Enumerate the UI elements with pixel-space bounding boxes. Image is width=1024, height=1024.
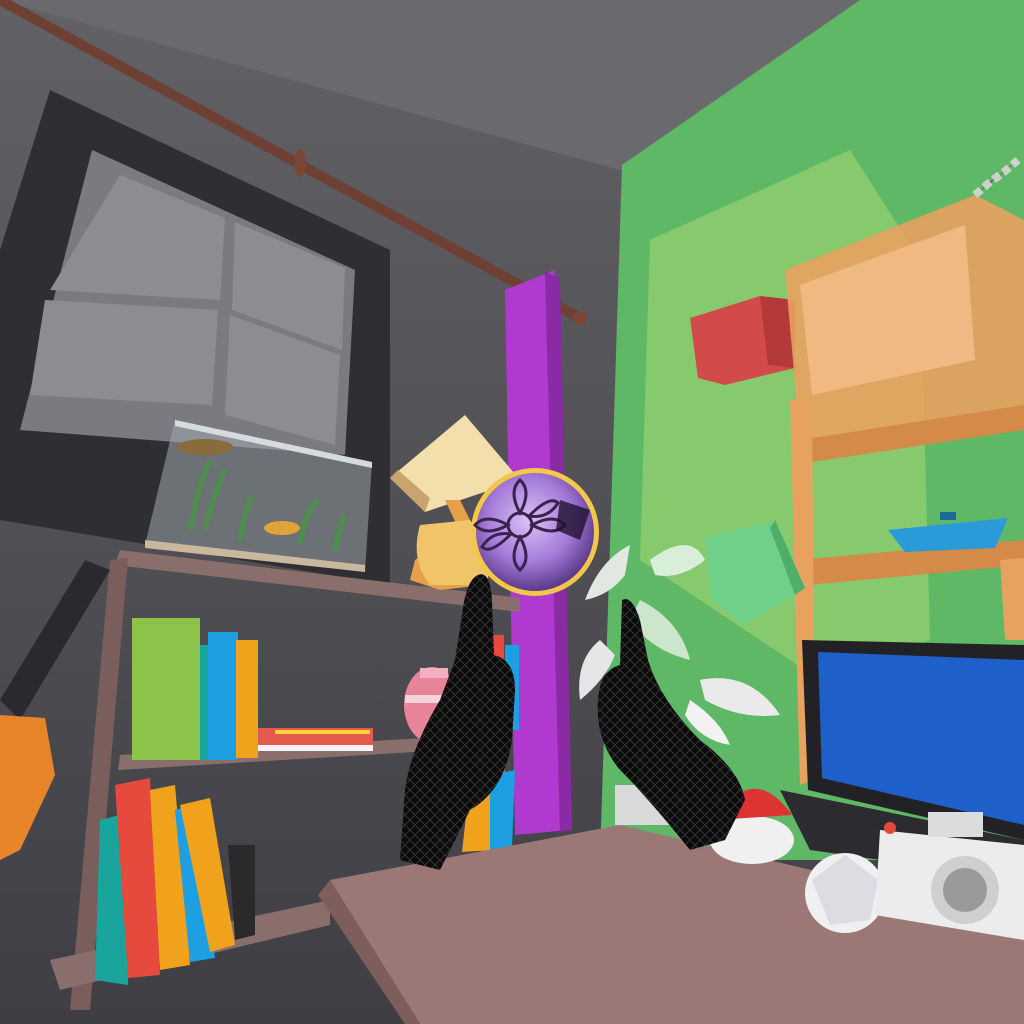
vr-scene: [0, 0, 1024, 1024]
patterned-ball[interactable]: [471, 468, 599, 596]
